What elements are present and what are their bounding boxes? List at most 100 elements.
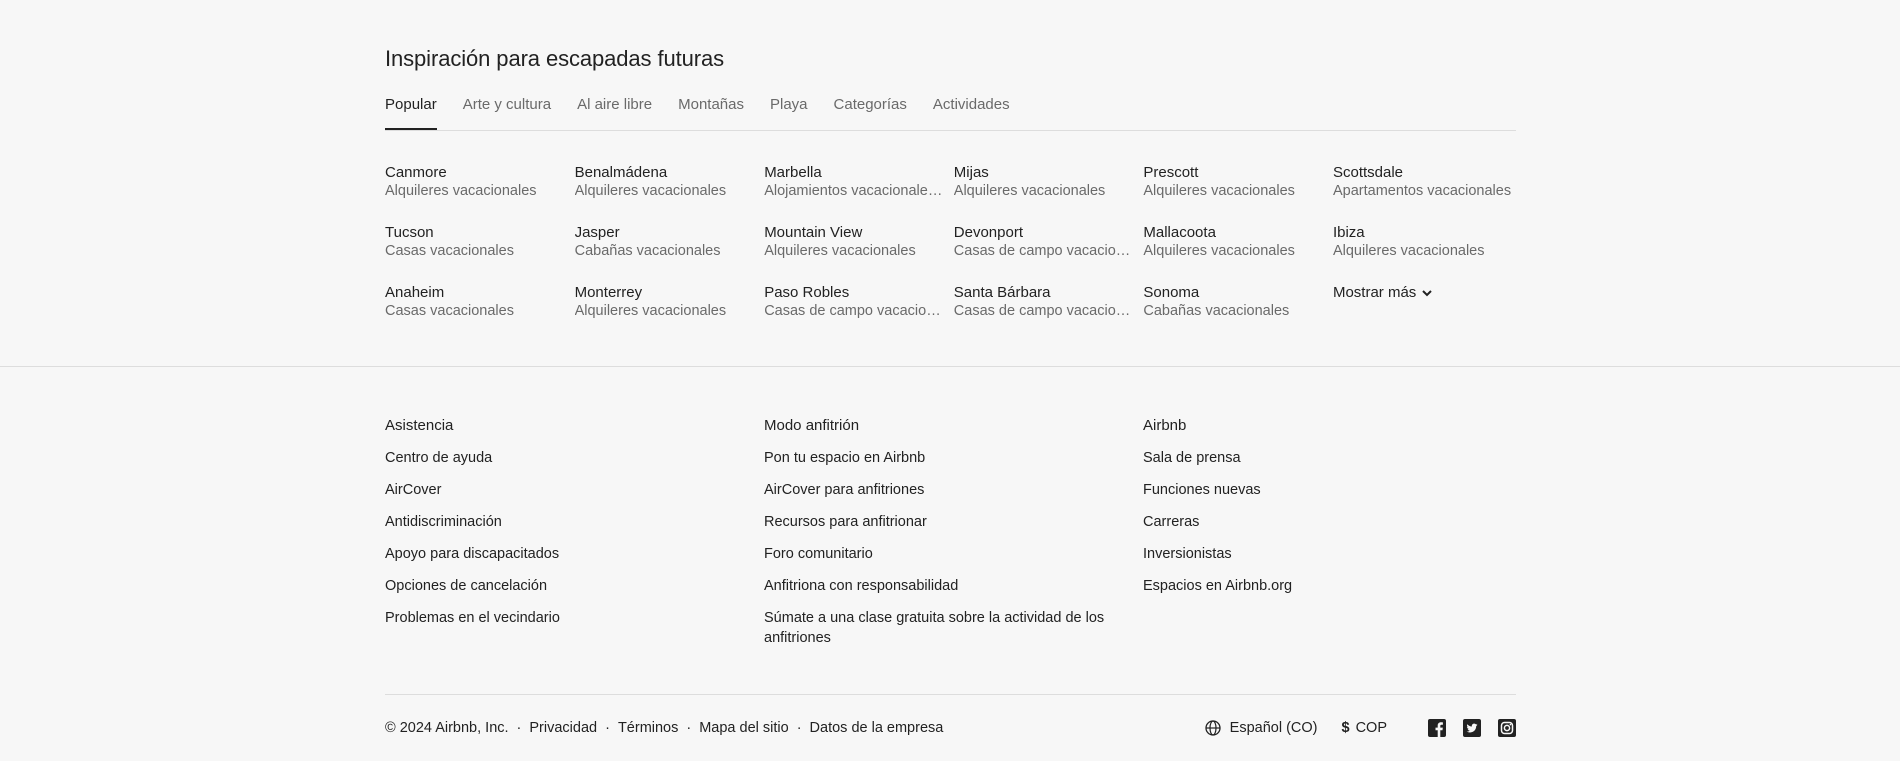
footer-link[interactable]: Recursos para anfitrionar (764, 512, 1114, 532)
tab-montanas[interactable]: Montañas (678, 96, 744, 130)
destination-link[interactable]: Jasper Cabañas vacacionales (575, 223, 765, 266)
destination-type: Casas de campo vacacion... (764, 303, 946, 319)
footer-bottom-bar: © 2024 Airbnb, Inc. · Privacidad · Térmi… (385, 718, 1516, 738)
destination-type: Apartamentos vacacionales (1332, 183, 1512, 199)
destination-name: Benalmádena (574, 164, 668, 181)
destination-link[interactable]: Sonoma Cabañas vacacionales (1143, 283, 1333, 326)
destination-link[interactable]: Devonport Casas de campo vacacion... (954, 223, 1144, 266)
footer-link[interactable]: AirCover (385, 480, 735, 500)
destination-name: Scottsdale (1332, 164, 1404, 181)
destination-link[interactable]: Benalmádena Alquileres vacacionales (575, 163, 765, 206)
facebook-icon[interactable] (1428, 719, 1446, 737)
section-divider (0, 366, 1900, 367)
footer-link[interactable]: Antidiscriminación (385, 512, 735, 532)
destination-name: Monterrey (574, 284, 643, 301)
category-tabs: Popular Arte y cultura Al aire libre Mon… (385, 96, 1516, 131)
destination-type: Cabañas vacacionales (574, 243, 721, 259)
footer-link[interactable]: Apoyo para discapacitados (385, 544, 735, 564)
destination-name: Prescott (1143, 164, 1199, 181)
destination-link[interactable]: Ibiza Alquileres vacacionales (1333, 223, 1523, 266)
destination-link[interactable]: Mountain View Alquileres vacacionales (764, 223, 954, 266)
destination-link[interactable]: Marbella Alojamientos vacacionales... (764, 163, 954, 206)
footer-link[interactable]: Sala de prensa (1143, 448, 1493, 468)
footer-link[interactable]: Problemas en el vecindario (385, 608, 735, 628)
sitemap-link[interactable]: Mapa del sitio (699, 720, 788, 736)
social-links (1411, 719, 1516, 737)
currency-symbol: $ (1341, 720, 1350, 736)
currency-selector[interactable]: $ COP (1342, 720, 1388, 736)
footer-tools: Español (CO) $ COP (1205, 719, 1516, 737)
tab-al-aire-libre[interactable]: Al aire libre (577, 96, 652, 130)
show-more-label: Mostrar más (1332, 284, 1417, 301)
instagram-icon[interactable] (1498, 719, 1516, 737)
separator-dot: · (796, 720, 802, 736)
show-more-row: Mostrar más (1333, 283, 1515, 302)
destination-type: Casas vacacionales (385, 243, 514, 259)
tab-popular[interactable]: Popular (385, 96, 437, 130)
show-more-button[interactable]: Mostrar más (1333, 283, 1523, 326)
destination-name: Paso Robles (764, 284, 850, 301)
destination-link[interactable]: Scottsdale Apartamentos vacacionales (1333, 163, 1523, 206)
footer-columns: Asistencia Centro de ayuda AirCover Anti… (385, 416, 1516, 660)
globe-icon (1205, 720, 1221, 736)
destination-type: Alquileres vacacionales (574, 303, 727, 319)
twitter-icon[interactable] (1463, 719, 1481, 737)
footer-link[interactable]: Pon tu espacio en Airbnb (764, 448, 1114, 468)
separator-dot: · (516, 720, 522, 736)
destination-type: Casas de campo vacacion... (953, 303, 1136, 319)
privacy-link[interactable]: Privacidad (529, 720, 597, 736)
footer-heading: Airbnb (1143, 417, 1187, 434)
footer-link[interactable]: Funciones nuevas (1143, 480, 1493, 500)
footer-link[interactable]: Opciones de cancelación (385, 576, 735, 596)
destination-type: Alquileres vacacionales (764, 243, 916, 259)
footer-link[interactable]: Centro de ayuda (385, 448, 735, 468)
destination-link[interactable]: Santa Bárbara Casas de campo vacacion... (954, 283, 1144, 326)
footer-link[interactable]: Súmate a una clase gratuita sobre la act… (764, 608, 1114, 648)
language-label: Español (CO) (1229, 720, 1318, 736)
footer-link[interactable]: Inversionistas (1143, 544, 1493, 564)
company-details-link[interactable]: Datos de la empresa (810, 720, 944, 736)
destination-link[interactable]: Mallacoota Alquileres vacacionales (1143, 223, 1333, 266)
copyright: © 2024 Airbnb, Inc. (385, 720, 509, 736)
destination-link[interactable]: Tucson Casas vacacionales (385, 223, 575, 266)
destination-type: Alquileres vacacionales (574, 183, 727, 199)
footer-link[interactable]: Anfitriona con responsabilidad (764, 576, 1114, 596)
destination-link[interactable]: Mijas Alquileres vacacionales (954, 163, 1144, 206)
destination-type: Alquileres vacacionales (1332, 243, 1485, 259)
destination-type: Casas de campo vacacion... (953, 243, 1136, 259)
destination-link[interactable]: Monterrey Alquileres vacacionales (575, 283, 765, 326)
tab-playa[interactable]: Playa (770, 96, 808, 130)
tab-arte-y-cultura[interactable]: Arte y cultura (463, 96, 551, 130)
footer-link[interactable]: AirCover para anfitriones (764, 480, 1114, 500)
footer-heading: Asistencia (385, 417, 454, 434)
destination-name: Canmore (385, 164, 447, 181)
destination-link[interactable]: Prescott Alquileres vacacionales (1143, 163, 1333, 206)
destination-type: Alojamientos vacacionales... (764, 183, 946, 199)
destination-link[interactable]: Paso Robles Casas de campo vacacion... (764, 283, 954, 326)
destination-link[interactable]: Anaheim Casas vacacionales (385, 283, 575, 326)
footer-heading: Modo anfitrión (764, 417, 860, 434)
tab-categorias[interactable]: Categorías (834, 96, 907, 130)
separator-dot: · (605, 720, 610, 736)
footer-link[interactable]: Espacios en Airbnb.org (1143, 576, 1493, 596)
terms-link[interactable]: Términos (618, 720, 678, 736)
destination-name: Mallacoota (1143, 224, 1216, 241)
destination-type: Alquileres vacacionales (1143, 243, 1295, 259)
destination-name: Jasper (574, 224, 620, 241)
footer-column-airbnb: Airbnb Sala de prensa Funciones nuevas C… (1143, 416, 1516, 660)
currency-label: COP (1355, 720, 1387, 736)
section-title: Inspiración para escapadas futuras (385, 46, 725, 71)
footer-link[interactable]: Foro comunitario (764, 544, 1114, 564)
destination-type: Alquileres vacacionales (953, 183, 1106, 199)
destination-name: Sonoma (1143, 284, 1200, 301)
destination-type: Alquileres vacacionales (1143, 183, 1295, 199)
destination-type: Cabañas vacacionales (1143, 303, 1290, 319)
footer-link[interactable]: Carreras (1143, 512, 1493, 532)
language-selector[interactable]: Español (CO) (1205, 720, 1318, 736)
destination-name: Santa Bárbara (953, 284, 1051, 301)
destination-link[interactable]: Canmore Alquileres vacacionales (385, 163, 575, 206)
tab-actividades[interactable]: Actividades (933, 96, 1010, 130)
destination-name: Mijas (953, 164, 989, 181)
destination-type: Casas vacacionales (385, 303, 514, 319)
separator-dot: · (686, 720, 692, 736)
